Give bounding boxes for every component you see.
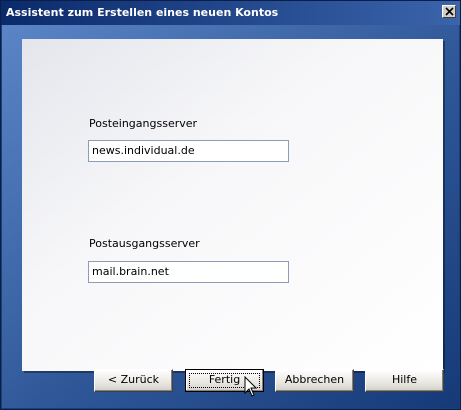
content-panel: Posteingangsserver news.individual.de Po… bbox=[22, 39, 443, 371]
incoming-server-label: Posteingangsserver bbox=[89, 117, 198, 130]
title-bar[interactable]: Assistent zum Erstellen eines neuen Kont… bbox=[1, 1, 460, 25]
help-button[interactable]: Hilfe bbox=[365, 369, 444, 392]
wizard-body: Posteingangsserver news.individual.de Po… bbox=[2, 25, 459, 408]
incoming-server-input[interactable]: news.individual.de bbox=[88, 140, 289, 162]
cancel-button[interactable]: Abbrechen bbox=[275, 369, 354, 392]
window-title: Assistent zum Erstellen eines neuen Kont… bbox=[6, 6, 279, 19]
wizard-window: Assistent zum Erstellen eines neuen Kont… bbox=[0, 0, 461, 410]
mouse-cursor-icon bbox=[244, 376, 258, 397]
outgoing-server-input[interactable]: mail.brain.net bbox=[88, 261, 289, 283]
outgoing-server-label: Postausgangsserver bbox=[89, 237, 200, 250]
close-button[interactable] bbox=[442, 5, 456, 18]
back-button[interactable]: < Zurück bbox=[94, 369, 173, 392]
close-icon bbox=[445, 7, 454, 16]
